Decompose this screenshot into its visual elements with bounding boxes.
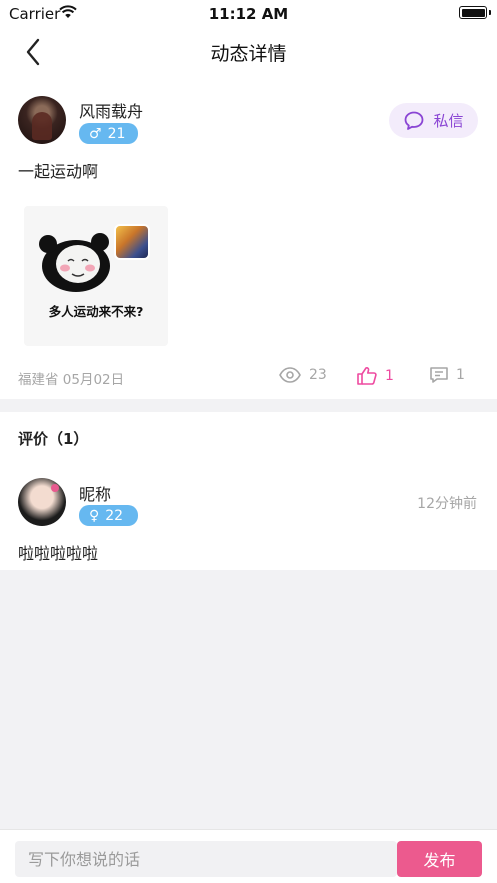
eye-icon [279, 367, 301, 383]
nav-bar: 动态详情 [0, 28, 497, 76]
clock: 11:12 AM [208, 5, 289, 23]
commenter-name[interactable]: 昵称 [79, 481, 111, 505]
status-bar: Carrier 11:12 AM [0, 0, 497, 28]
publish-button[interactable]: 发布 [397, 841, 482, 877]
comments-stat[interactable]: 1 [429, 366, 465, 384]
author-name[interactable]: 风雨载舟 [79, 98, 143, 122]
views-count: 23 [309, 367, 327, 383]
author-age: 21 [107, 125, 126, 142]
views-stat: 23 [278, 366, 327, 384]
page-title: 动态详情 [210, 43, 287, 65]
post-card: 风雨载舟 ♂ 21 私信 一起运动啊 多人运动来不来? 福建省 05月02日 2… [0, 76, 497, 399]
meme-caption: 多人运动来不来? [48, 304, 144, 319]
comment-input[interactable] [15, 841, 397, 877]
comments-section: 评价（1） 昵称 ♀ 22 12分钟前 啦啦啦啦啦 [0, 412, 497, 570]
commenter-age: 22 [105, 507, 124, 524]
female-icon: ♀ [89, 507, 100, 524]
post-meta-row: 福建省 05月02日 23 1 1 [0, 366, 497, 388]
private-message-label: 私信 [433, 112, 464, 130]
comment-icon [430, 367, 448, 383]
post-image[interactable]: 多人运动来不来? [24, 206, 168, 346]
post-location-date: 福建省 05月02日 [18, 372, 125, 388]
game-character-thumbnail [114, 224, 150, 260]
comments-count: 1 [456, 367, 465, 383]
comment-text: 啦啦啦啦啦 [18, 544, 99, 563]
comment-timestamp: 12分钟前 [417, 496, 477, 512]
commenter-avatar[interactable] [18, 478, 66, 526]
commenter-gender-age-badge: ♀ 22 [79, 505, 138, 526]
thumbs-up-icon [357, 367, 377, 385]
battery-tip [489, 10, 491, 15]
likes-count: 1 [385, 368, 394, 384]
private-message-button[interactable]: 私信 [389, 103, 478, 138]
battery-icon [459, 6, 487, 19]
comments-header: 评价（1） [18, 430, 89, 448]
chat-bubble-icon [405, 111, 424, 130]
male-icon: ♂ [89, 125, 102, 142]
author-avatar[interactable] [18, 96, 66, 144]
like-button[interactable]: 1 [356, 366, 394, 386]
post-text: 一起运动啊 [18, 162, 99, 181]
author-gender-age-badge: ♂ 21 [79, 123, 138, 144]
comment-input-bar: 发布 [0, 829, 497, 883]
